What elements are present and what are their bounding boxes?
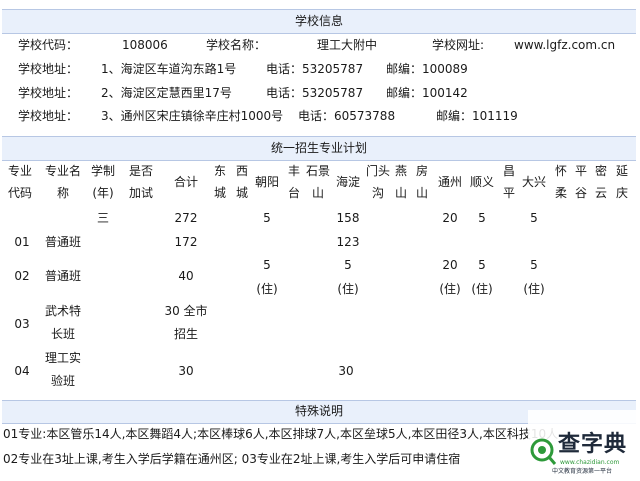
address-zip: 邮编：100142	[386, 86, 468, 100]
cell-total: 30	[178, 364, 194, 378]
cell-daxing: 5	[530, 211, 538, 225]
col-total-header: 合计	[173, 175, 198, 189]
address-phone: 电话：60573788	[298, 109, 396, 123]
address-text: 1、海淀区车道沟东路1号	[101, 62, 237, 76]
col-tongzhou-header: 通州	[437, 175, 462, 189]
school-code-value: 108006	[122, 38, 168, 52]
cell-haidian: 5	[344, 258, 352, 272]
cell-name-line1: 武术特	[44, 304, 81, 318]
cell-name-line2: 验班	[50, 374, 75, 388]
cell-tongzhou-note: (住)	[439, 282, 461, 296]
cell-code: 03	[14, 317, 30, 331]
cell-code: 01	[14, 235, 30, 249]
cell-total: 40	[178, 269, 194, 283]
cell-name: 普通班	[44, 269, 81, 283]
address-phone: 电话：53205787	[266, 86, 364, 100]
cell-shunyi: 5	[478, 258, 486, 272]
col-fangshan-header: 房 山	[415, 164, 428, 200]
col-huairou-header: 怀 柔	[554, 164, 567, 200]
col-extra-exam-header: 是否 加试	[128, 164, 153, 200]
school-info-header: 学校信息	[2, 9, 636, 34]
col-fengtai-header: 丰 台	[287, 164, 300, 200]
cell-total: 172	[174, 235, 198, 249]
school-name-value: 理工大附中	[317, 38, 378, 52]
cell-code: 02	[14, 269, 30, 283]
cell-name: 普通班	[44, 235, 81, 249]
school-info-title: 学校信息	[294, 14, 343, 28]
col-haidian-header: 海淀	[335, 175, 360, 189]
col-shijingshan-header: 石景 山	[305, 164, 330, 200]
school-website-label: 学校网址:	[432, 38, 485, 52]
cell-name-line2: 长班	[50, 327, 75, 341]
school-website-link[interactable]: www.lgfz.com.cn	[514, 37, 615, 53]
cell-total: 272	[174, 211, 198, 225]
col-yanshan-header: 燕 山	[394, 164, 407, 200]
cell-shunyi: 5	[478, 211, 486, 225]
col-daxing-header: 大兴	[521, 175, 546, 189]
address-text: 3、通州区宋庄镇徐辛庄村1000号	[101, 109, 284, 123]
cell-total-line2: 招生	[173, 327, 198, 341]
col-years-header: 学制 (年)	[90, 164, 115, 200]
chazidian-watermark: 查字典 www.chazidian.com 中文教育资源第一平台	[528, 410, 638, 478]
cell-shunyi-note: (住)	[471, 282, 493, 296]
col-yanqing-header: 延 庆	[615, 164, 628, 200]
cell-tongzhou: 20	[442, 258, 458, 272]
school-name-label: 学校名称：	[206, 38, 267, 52]
col-shunyi-header: 顺义	[469, 175, 494, 189]
cell-name-line1: 理工实	[44, 351, 81, 365]
col-pinggu-header: 平 谷	[574, 164, 587, 200]
col-dongcheng-header: 东 城	[213, 164, 226, 200]
cell-years: 三	[96, 211, 109, 225]
cell-haidian: 30	[338, 364, 354, 378]
cell-chaoyang: 5	[263, 258, 271, 272]
col-changping-header: 昌 平	[502, 164, 515, 200]
address-zip: 邮编：100089	[386, 62, 468, 76]
watermark-url: www.chazidian.com	[560, 459, 620, 466]
cell-chaoyang-note: (住)	[256, 282, 278, 296]
cell-daxing-note: (住)	[523, 282, 545, 296]
cell-haidian: 158	[336, 211, 360, 225]
cell-chaoyang: 5	[263, 211, 271, 225]
watermark-name: 查字典	[558, 432, 628, 457]
address-zip: 邮编：101119	[436, 109, 518, 123]
address-label: 学校地址：	[18, 109, 79, 123]
cell-haidian: 123	[336, 235, 360, 249]
col-code-header: 专业 代码	[7, 164, 32, 200]
plan-title: 统一招生专业计划	[270, 141, 367, 155]
cell-daxing: 5	[530, 258, 538, 272]
col-mentougou-header: 门头 沟	[365, 164, 390, 200]
address-label: 学校地址：	[18, 86, 79, 100]
watermark-tagline: 中文教育资源第一平台	[552, 468, 613, 475]
school-code-label: 学校代码：	[18, 38, 79, 52]
col-chaoyang-header: 朝阳	[254, 175, 279, 189]
address-phone: 电话：53205787	[266, 62, 364, 76]
cell-haidian-note: (住)	[337, 282, 359, 296]
col-miyun-header: 密 云	[594, 164, 607, 200]
col-xicheng-header: 西 城	[235, 164, 248, 200]
cell-total-line1: 30 全市	[164, 304, 208, 318]
cell-tongzhou: 20	[442, 211, 458, 225]
cell-code: 04	[14, 364, 30, 378]
plan-header: 统一招生专业计划	[2, 136, 636, 161]
address-label: 学校地址：	[18, 62, 79, 76]
col-name-header: 专业名 称	[44, 164, 81, 200]
address-text: 2、海淀区定慧西里17号	[101, 86, 232, 100]
